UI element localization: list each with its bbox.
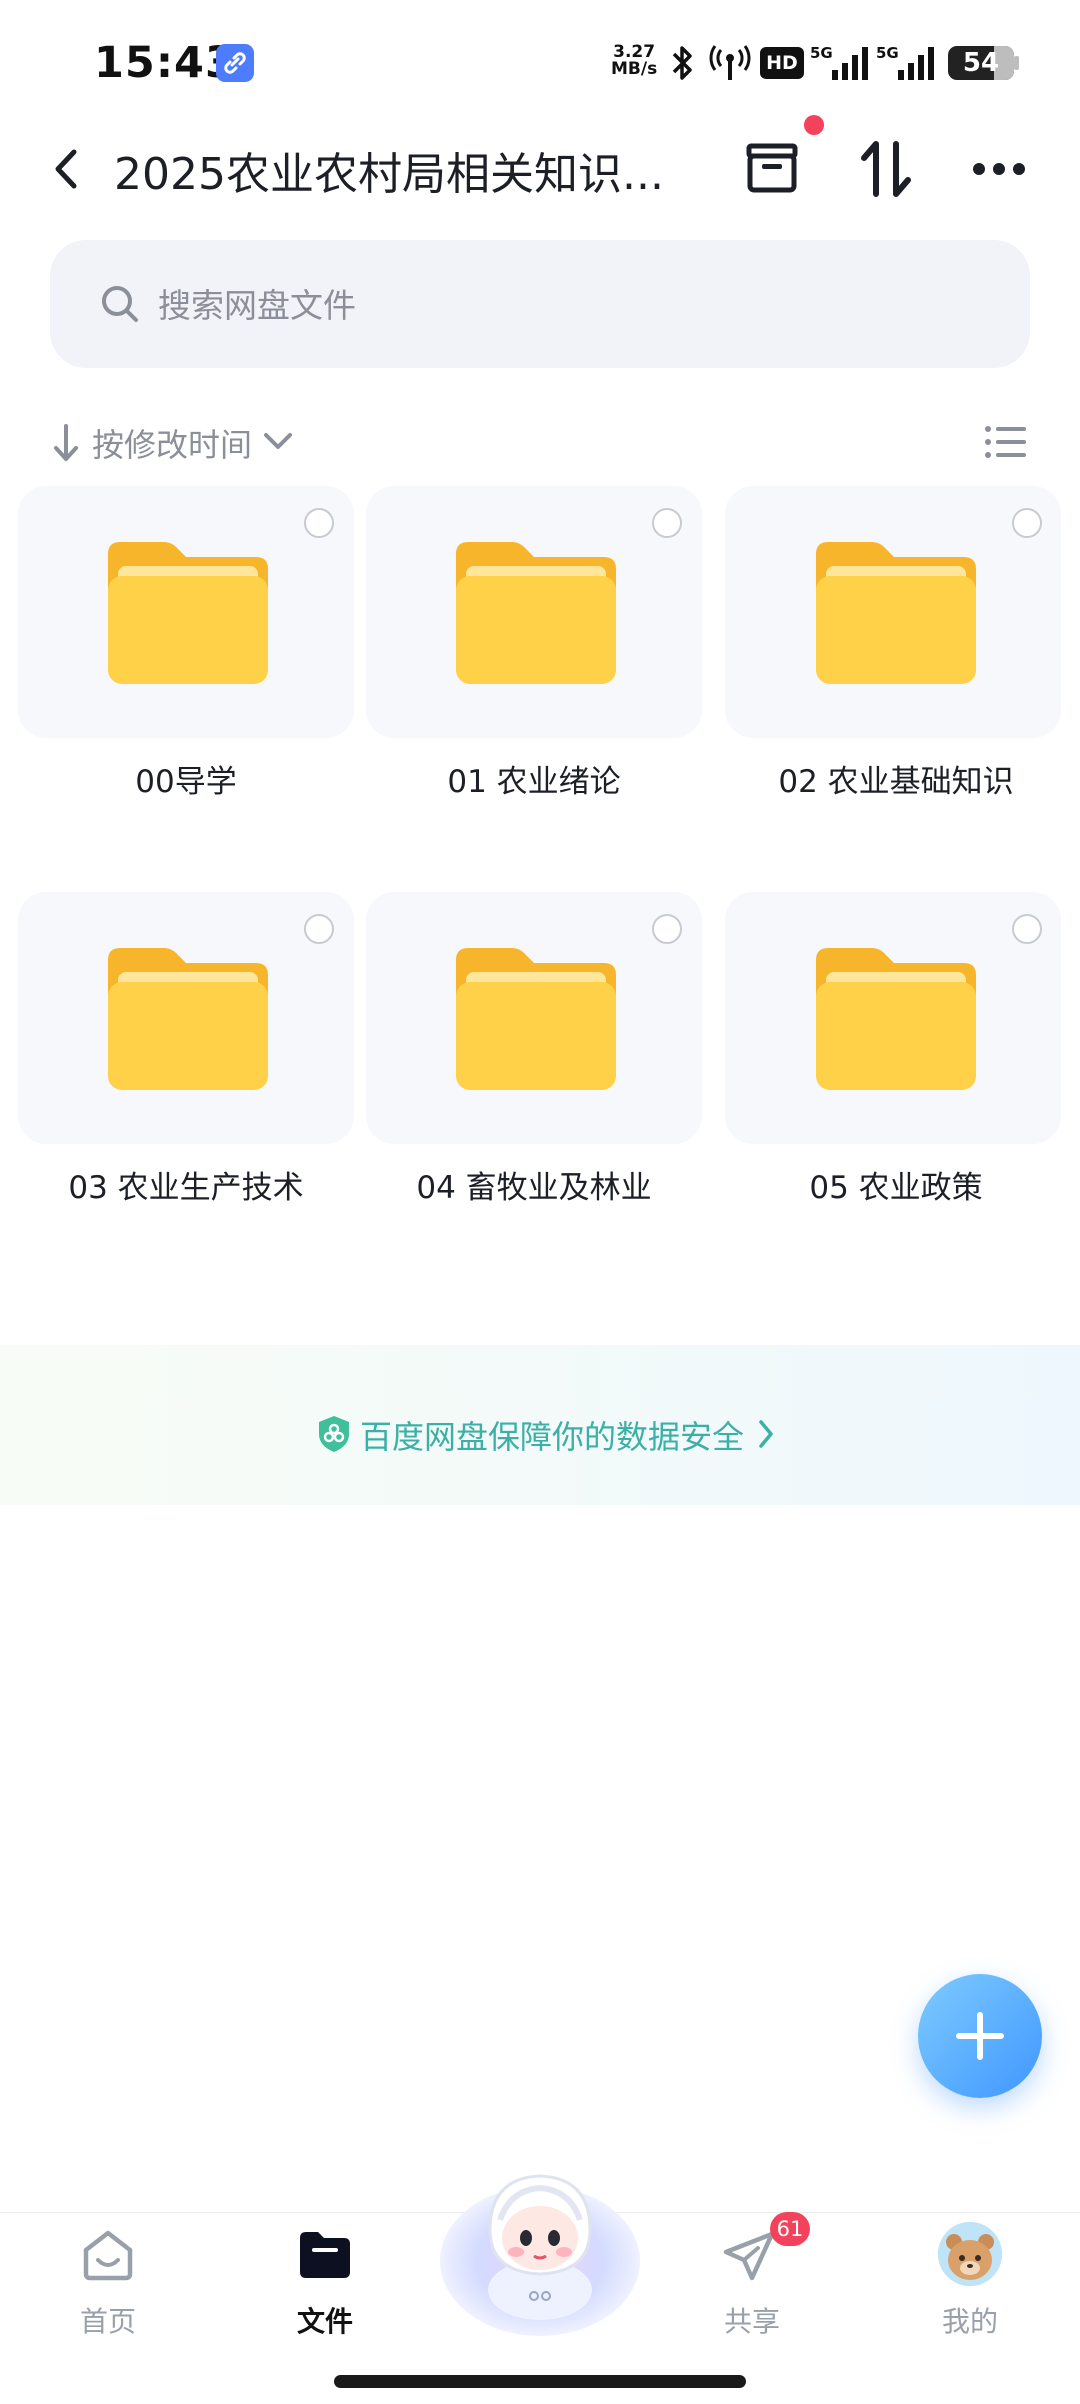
- folder-icon: [108, 542, 268, 684]
- more-icon[interactable]: [970, 156, 1028, 182]
- folder-name[interactable]: 00导学: [6, 756, 366, 801]
- folder-name[interactable]: 04 畜牧业及林业: [354, 1162, 714, 1207]
- back-icon[interactable]: [46, 144, 86, 194]
- search-icon: [102, 286, 138, 322]
- chevron-right-icon[interactable]: [756, 1418, 776, 1450]
- signal-icon-1: [832, 47, 868, 80]
- security-banner-text[interactable]: 百度网盘保障你的数据安全: [360, 1412, 744, 1458]
- folder-name[interactable]: 03 农业生产技术: [6, 1162, 366, 1207]
- notification-dot: [804, 115, 824, 135]
- shield-icon: [319, 1416, 349, 1452]
- chevron-down-icon[interactable]: [262, 430, 294, 452]
- avatar-image: [938, 2222, 1002, 2286]
- select-checkbox[interactable]: [652, 508, 682, 538]
- folder-name[interactable]: 02 农业基础知识: [716, 756, 1076, 801]
- folder-icon: [816, 948, 976, 1090]
- link-icon: [216, 44, 254, 82]
- bluetooth-icon: [672, 46, 692, 80]
- battery-tip: [1014, 56, 1019, 70]
- network-speed: 3.27 MB/s: [611, 42, 658, 79]
- signal-icon-2: [898, 47, 934, 80]
- nav-home-label[interactable]: 首页: [48, 2300, 168, 2340]
- page-title: 2025农业农村局相关知识...: [114, 149, 664, 200]
- select-checkbox[interactable]: [304, 508, 334, 538]
- select-checkbox[interactable]: [1012, 508, 1042, 538]
- plus-icon: [956, 2012, 1004, 2060]
- home-indicator[interactable]: [334, 2375, 746, 2388]
- select-checkbox[interactable]: [1012, 914, 1042, 944]
- folder-name[interactable]: 05 农业政策: [716, 1162, 1076, 1207]
- nav-share-label[interactable]: 共享: [692, 2300, 812, 2340]
- list-view-icon[interactable]: [984, 424, 1028, 460]
- mascot-icon[interactable]: [470, 2160, 610, 2320]
- folder-icon: [816, 542, 976, 684]
- share-badge: 61: [770, 2212, 810, 2246]
- folder-icon: [456, 542, 616, 684]
- folder-name[interactable]: 01 农业绪论: [354, 756, 714, 801]
- hd-icon: HD: [760, 47, 804, 79]
- home-icon[interactable]: [80, 2228, 136, 2282]
- sort-swap-icon[interactable]: [858, 138, 914, 200]
- sort-arrow-icon[interactable]: [52, 422, 80, 464]
- search-input[interactable]: [156, 240, 1010, 370]
- folder-icon[interactable]: [298, 2230, 352, 2280]
- nav-profile-label[interactable]: 我的: [910, 2300, 1030, 2340]
- add-button[interactable]: [918, 1974, 1042, 2098]
- search-bar[interactable]: [50, 240, 1030, 370]
- archive-icon[interactable]: [744, 140, 800, 196]
- nav-files-label[interactable]: 文件: [265, 2300, 385, 2340]
- folder-icon: [108, 948, 268, 1090]
- sort-selector[interactable]: 按修改时间: [92, 420, 252, 466]
- avatar[interactable]: [938, 2222, 1002, 2286]
- battery-indicator: 54: [948, 46, 1014, 80]
- status-time: 15:43: [94, 38, 236, 88]
- select-checkbox[interactable]: [652, 914, 682, 944]
- select-checkbox[interactable]: [304, 914, 334, 944]
- folder-icon: [456, 948, 616, 1090]
- hotspot-icon: [709, 45, 751, 80]
- paper-plane-icon[interactable]: [722, 2228, 778, 2284]
